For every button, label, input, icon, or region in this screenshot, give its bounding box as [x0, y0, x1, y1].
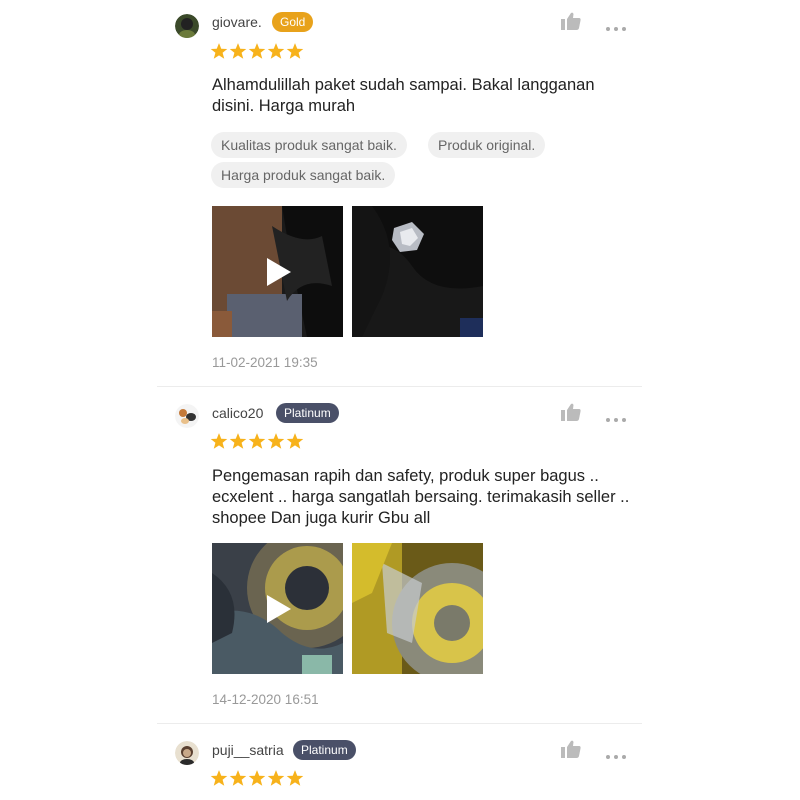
- review-date: 14-12-2020 16:51: [212, 692, 319, 707]
- avatar[interactable]: [175, 404, 199, 428]
- review-date: 11-02-2021 19:35: [212, 355, 318, 370]
- username[interactable]: puji__satria: [212, 742, 284, 758]
- star-icon: [267, 43, 285, 59]
- review-text: Alhamdulillah paket sudah sampai. Bakal …: [212, 76, 595, 115]
- member-badge: Gold: [272, 12, 314, 32]
- more-dots-icon[interactable]: [606, 409, 630, 422]
- avatar[interactable]: [175, 741, 199, 765]
- review-image-thumbnail[interactable]: [352, 206, 483, 337]
- star-rating: [210, 42, 304, 60]
- review-text: Pengemasan rapih dan safety, produk supe…: [212, 467, 630, 527]
- star-icon: [267, 433, 285, 449]
- star-icon: [267, 770, 285, 786]
- star-rating: [210, 432, 304, 450]
- review-video-thumbnail[interactable]: [212, 543, 343, 674]
- avatar[interactable]: [175, 14, 199, 38]
- star-icon: [286, 43, 304, 59]
- star-icon: [210, 43, 228, 59]
- star-icon: [248, 43, 266, 59]
- star-icon: [286, 770, 304, 786]
- review-tag: Produk original.: [428, 132, 546, 158]
- star-icon: [210, 770, 228, 786]
- star-icon: [229, 770, 247, 786]
- star-icon: [229, 433, 247, 449]
- play-icon[interactable]: [267, 595, 291, 623]
- star-icon: [229, 43, 247, 59]
- username[interactable]: giovare.: [212, 14, 262, 30]
- review-image-thumbnail[interactable]: [352, 543, 483, 674]
- divider: [157, 386, 642, 387]
- username[interactable]: calico20: [212, 405, 263, 421]
- thumbs-up-icon[interactable]: [561, 740, 581, 758]
- star-icon: [248, 770, 266, 786]
- member-badge: Platinum: [276, 403, 339, 423]
- review-tag: Harga produk sangat baik.: [211, 162, 396, 188]
- more-dots-icon[interactable]: [606, 18, 630, 31]
- member-badge: Platinum: [293, 740, 356, 760]
- star-icon: [286, 433, 304, 449]
- thumbs-up-icon[interactable]: [561, 403, 581, 421]
- review-tag: Kualitas produk sangat baik.: [211, 132, 407, 158]
- divider: [157, 723, 642, 724]
- review-video-thumbnail[interactable]: [212, 206, 343, 337]
- play-icon[interactable]: [267, 258, 291, 286]
- thumbs-up-icon[interactable]: [561, 12, 581, 30]
- star-icon: [210, 433, 228, 449]
- star-rating: [210, 769, 304, 787]
- more-dots-icon[interactable]: [606, 746, 630, 759]
- star-icon: [248, 433, 266, 449]
